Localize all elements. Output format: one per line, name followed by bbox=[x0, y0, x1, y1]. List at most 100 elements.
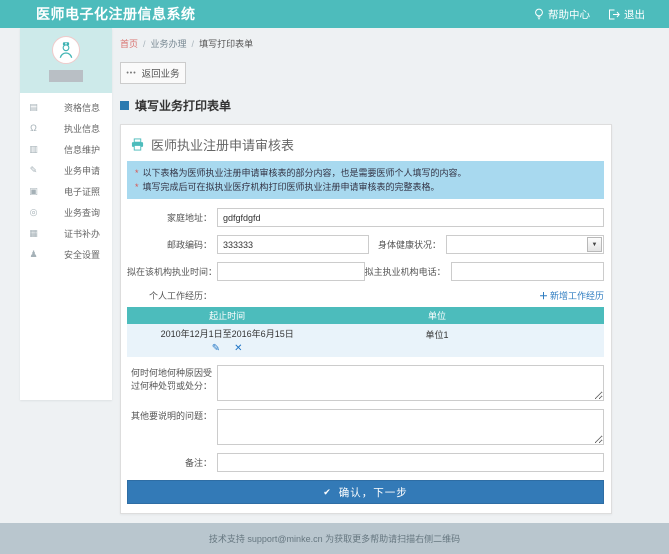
health-status-select[interactable]: ▼ bbox=[446, 235, 604, 254]
user-icon: ♟ bbox=[28, 250, 39, 259]
logout-link[interactable]: 退出 bbox=[608, 7, 645, 22]
delete-icon[interactable]: ✕ bbox=[234, 343, 242, 354]
breadcrumb-separator: / bbox=[143, 39, 146, 49]
table-header-row: 起止时间 单位 bbox=[127, 307, 604, 324]
sidebar-item-security-settings[interactable]: ♟ 安全设置 bbox=[20, 244, 112, 265]
footer-text: 技术支持 support@minke.cn 为获取更多帮助请扫描右侧二维码 bbox=[209, 532, 460, 545]
health-status-label: 身体健康状况： bbox=[369, 238, 446, 251]
printer-icon bbox=[131, 138, 144, 151]
confirm-next-label: 确认，下一步 bbox=[339, 485, 408, 500]
table-cell-unit: 单位1 bbox=[327, 328, 546, 354]
remark-input[interactable] bbox=[217, 453, 604, 472]
table-header-period: 起止时间 bbox=[127, 309, 327, 322]
plus-icon: ＋ bbox=[539, 289, 548, 302]
sidebar: ▤ 资格信息 Ω 执业信息 ▥ 信息维护 ✎ 业务申请 ▣ 电子证照 ◎ 业务查… bbox=[20, 28, 112, 400]
logout-label: 退出 bbox=[624, 7, 645, 22]
org-phone-label: 拟主执业机构电话： bbox=[365, 265, 451, 278]
practice-time-input[interactable] bbox=[217, 262, 365, 281]
check-icon: ✔ bbox=[323, 487, 331, 498]
add-work-experience-link[interactable]: ＋ 新增工作经历 bbox=[539, 289, 604, 302]
sidebar-item-info-maintenance[interactable]: ▥ 信息维护 bbox=[20, 139, 112, 160]
help-center-link[interactable]: 帮助中心 bbox=[534, 7, 590, 22]
asterisk-icon: * bbox=[135, 166, 139, 180]
other-issues-label: 其他要说明的问题： bbox=[127, 409, 217, 422]
remark-row: 备注： bbox=[127, 453, 604, 472]
sidebar-item-practice-info[interactable]: Ω 执业信息 bbox=[20, 118, 112, 139]
work-experience-table: 起止时间 单位 2010年12月1日至2016年6月15日 ✎ ✕ 单位1 bbox=[127, 307, 604, 357]
avatar bbox=[52, 36, 80, 64]
panel-title-text: 医师执业注册申请审核表 bbox=[151, 135, 294, 154]
postal-code-input[interactable] bbox=[217, 235, 369, 254]
practice-time-label: 拟在该机构执业时间： bbox=[127, 265, 217, 278]
sidebar-item-qualification-info[interactable]: ▤ 资格信息 bbox=[20, 97, 112, 118]
page-title-text: 填写业务打印表单 bbox=[135, 97, 231, 114]
search-icon: ◎ bbox=[28, 208, 39, 217]
asterisk-icon: * bbox=[135, 180, 139, 194]
sidebar-item-label: 业务查询 bbox=[64, 206, 100, 219]
postal-code-label: 邮政编码： bbox=[127, 238, 217, 251]
main-content: 首页 / 业务办理 / 填写打印表单 ••• 返回业务 填写业务打印表单 医师执… bbox=[120, 28, 612, 514]
breadcrumb-home[interactable]: 首页 bbox=[120, 37, 138, 50]
headset-icon: Ω bbox=[28, 124, 39, 133]
ellipsis-icon: ••• bbox=[126, 70, 136, 77]
punishment-textarea[interactable] bbox=[217, 365, 604, 401]
sidebar-item-certificate-reissue[interactable]: ▦ 证书补办 bbox=[20, 223, 112, 244]
notice-text: 填写完成后可在拟执业医疗机构打印医师执业注册申请审核表的完整表格。 bbox=[143, 180, 440, 194]
sidebar-item-label: 资格信息 bbox=[64, 101, 100, 114]
user-profile-block bbox=[20, 28, 112, 93]
breadcrumb-section[interactable]: 业务办理 bbox=[151, 37, 187, 50]
certificate-icon: ▣ bbox=[28, 187, 39, 196]
org-phone-input[interactable] bbox=[451, 262, 604, 281]
confirm-next-button[interactable]: ✔ 确认，下一步 bbox=[127, 480, 604, 504]
notice-line: * 以下表格为医师执业注册申请审核表的部分内容，也是需要医师个人填写的内容。 bbox=[135, 166, 596, 180]
title-square-icon bbox=[120, 101, 129, 110]
punishment-row: 何时何地何种原因受过何种处罚或处分： bbox=[127, 365, 604, 401]
work-experience-row: 个人工作经历： ＋ 新增工作经历 bbox=[127, 289, 604, 302]
user-name-redacted bbox=[49, 70, 83, 82]
period-text: 2010年12月1日至2016年6月15日 bbox=[127, 328, 327, 341]
sidebar-item-electronic-certificate[interactable]: ▣ 电子证照 bbox=[20, 181, 112, 202]
header-actions: 帮助中心 退出 bbox=[534, 7, 645, 22]
home-address-input[interactable] bbox=[217, 208, 604, 227]
chevron-down-icon: ▼ bbox=[587, 237, 602, 252]
breadcrumb: 首页 / 业务办理 / 填写打印表单 bbox=[120, 37, 612, 50]
doctor-icon bbox=[55, 39, 77, 61]
punishment-label: 何时何地何种原因受过何种处罚或处分： bbox=[127, 365, 217, 393]
table-cell-period: 2010年12月1日至2016年6月15日 ✎ ✕ bbox=[127, 328, 327, 354]
sidebar-item-business-application[interactable]: ✎ 业务申请 bbox=[20, 160, 112, 181]
sidebar-item-label: 电子证照 bbox=[64, 185, 100, 198]
help-center-label: 帮助中心 bbox=[548, 7, 590, 22]
row-actions: ✎ ✕ bbox=[127, 343, 327, 354]
home-address-label: 家庭地址： bbox=[127, 211, 217, 224]
form-panel: 医师执业注册申请审核表 * 以下表格为医师执业注册申请审核表的部分内容，也是需要… bbox=[120, 124, 612, 514]
app-title: 医师电子化注册信息系统 bbox=[36, 4, 196, 24]
sidebar-item-label: 证书补办 bbox=[64, 227, 100, 240]
practice-phone-row: 拟在该机构执业时间： 拟主执业机构电话： bbox=[127, 262, 604, 281]
home-address-row: 家庭地址： bbox=[127, 208, 604, 227]
notice-text: 以下表格为医师执业注册申请审核表的部分内容，也是需要医师个人填写的内容。 bbox=[143, 166, 467, 180]
sidebar-item-label: 安全设置 bbox=[64, 248, 100, 261]
breadcrumb-separator: / bbox=[192, 39, 195, 49]
add-work-experience-label: 新增工作经历 bbox=[550, 289, 604, 302]
sidebar-item-label: 信息维护 bbox=[64, 143, 100, 156]
other-issues-textarea[interactable] bbox=[217, 409, 604, 445]
id-card-icon: ▥ bbox=[28, 145, 39, 154]
edit-icon[interactable]: ✎ bbox=[212, 343, 220, 354]
edit-icon: ✎ bbox=[28, 166, 39, 175]
remark-label: 备注： bbox=[127, 456, 217, 469]
sidebar-menu: ▤ 资格信息 Ω 执业信息 ▥ 信息维护 ✎ 业务申请 ▣ 电子证照 ◎ 业务查… bbox=[20, 93, 112, 265]
return-business-button[interactable]: ••• 返回业务 bbox=[120, 62, 186, 84]
calendar-icon: ▦ bbox=[28, 229, 39, 238]
return-business-label: 返回业务 bbox=[142, 66, 180, 80]
page-footer: 技术支持 support@minke.cn 为获取更多帮助请扫描右侧二维码 bbox=[0, 523, 669, 554]
table-header-unit: 单位 bbox=[327, 309, 546, 322]
postal-health-row: 邮政编码： 身体健康状况： ▼ bbox=[127, 235, 604, 254]
app-header: 医师电子化注册信息系统 帮助中心 退出 bbox=[0, 0, 669, 28]
page-title: 填写业务打印表单 bbox=[120, 97, 612, 114]
other-issues-row: 其他要说明的问题： bbox=[127, 409, 604, 445]
sidebar-item-label: 执业信息 bbox=[64, 122, 100, 135]
breadcrumb-current: 填写打印表单 bbox=[199, 37, 253, 50]
document-icon: ▤ bbox=[28, 103, 39, 112]
sidebar-item-business-query[interactable]: ◎ 业务查询 bbox=[20, 202, 112, 223]
panel-title: 医师执业注册申请审核表 bbox=[127, 133, 604, 161]
